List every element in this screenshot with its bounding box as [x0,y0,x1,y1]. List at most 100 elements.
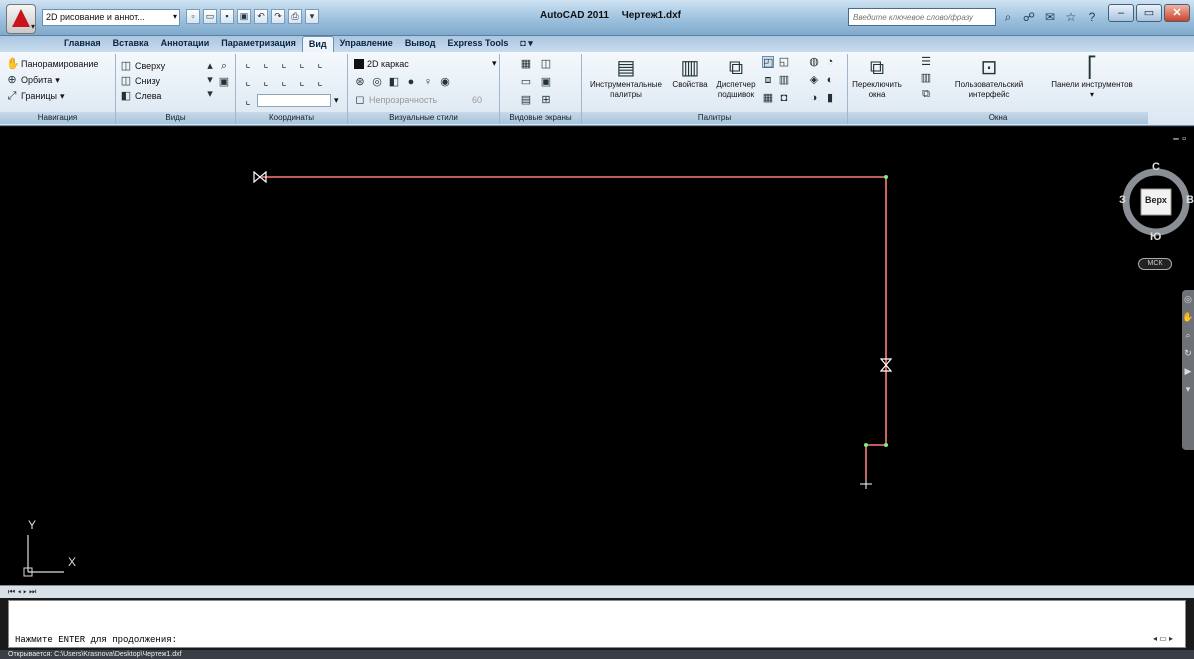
pipe-grip[interactable] [864,443,868,447]
design-center-icon[interactable]: ◰ [762,56,774,69]
pipe-line[interactable] [262,176,887,479]
material-icon[interactable]: ● [405,76,417,88]
first-layout-icon[interactable]: ⏮ [8,587,15,596]
viewport-lock-icon[interactable]: ▣ [540,76,552,88]
command-scroll-arrows[interactable]: ◂ ▭ ▸ [1153,634,1183,644]
open-file-icon[interactable]: ▭ [203,9,217,24]
pipe-grip[interactable] [884,175,888,179]
maximize-button[interactable]: ▭ [1136,4,1162,22]
tool-palettes-button[interactable]: ▤ Инструментальные палитры [584,56,668,100]
switch-windows-button[interactable]: ⧉ Переключить окна [850,56,904,100]
orbit-icon[interactable]: ↻ [1182,344,1194,362]
layer-icon[interactable]: ⧈ [762,74,774,86]
tab-home[interactable]: Главная [58,36,107,52]
nav-settings-icon[interactable]: ▾ [1182,380,1194,398]
lights-icon[interactable]: ◐ [824,74,836,86]
favorites-star-icon[interactable]: ☆ [1063,8,1079,26]
workspace-select[interactable]: 2D рисование и аннот... ▾ [42,9,180,26]
undo-icon[interactable]: ↶ [254,9,268,24]
view-left-button[interactable]: ◧ Слева [120,90,162,102]
previous-layout-icon[interactable]: ◂ [17,587,21,596]
compass-east[interactable]: В [1186,194,1194,206]
user-interface-button[interactable]: ⊡ Пользовательский интерфейс [946,56,1032,100]
panel-title[interactable]: Визуальные стили [348,112,499,124]
quick-props-icon[interactable]: ▥ [778,74,790,86]
camera-icon[interactable]: ▣ [218,76,230,88]
quickcalc-icon[interactable]: ◍ [808,56,820,68]
view-bottom-button[interactable]: ◫ Снизу [120,75,160,87]
view-top-button[interactable]: ◫ Сверху [120,60,165,72]
tab-parametric[interactable]: Параметризация [215,36,302,52]
help-icon[interactable]: ? [1084,8,1100,26]
ucs-x-icon[interactable]: ⌞ [242,76,254,88]
view-manager-icon[interactable]: ⌕ [218,60,230,72]
visual-style-select[interactable]: 2D каркас ▾ [354,58,497,69]
sheet-set-manager-button[interactable]: ⧉ Диспетчер подшивок [712,56,760,100]
calculator-icon[interactable]: ▦ [762,92,774,104]
viewport-split-icon[interactable]: ⊞ [540,94,552,106]
command-line-icon[interactable]: ▮ [824,92,836,104]
ucs-combo[interactable] [257,94,331,107]
transparency-icon[interactable]: ◻ [354,94,366,106]
ucs-3point-icon[interactable]: ⌞ [296,76,308,88]
tab-annotate[interactable]: Аннотации [155,36,216,52]
markup-icon[interactable]: ◱ [778,56,790,68]
pipe-grip[interactable] [884,443,888,447]
ucs-y-icon[interactable]: ⌞ [260,76,272,88]
save-icon[interactable]: ▪ [220,9,234,24]
materials-icon[interactable]: ◘ [778,92,790,104]
tile-horizontal-icon[interactable]: ☰ [920,56,932,68]
compass-north[interactable]: С [1152,161,1160,173]
viewport-config-icon[interactable]: ▦ [520,58,532,70]
next-layout-icon[interactable]: ▸ [23,587,27,596]
face-style-icon[interactable]: ◎ [371,76,383,88]
ucs-dropdown[interactable]: ⌞ ▾ [242,94,339,107]
minimize-button[interactable]: – [1108,4,1134,22]
ucs-origin-icon[interactable]: ⌞ [296,58,308,70]
command-prompt[interactable]: Нажмите ENTER для продолжения: [15,635,177,645]
plot-icon[interactable]: ⎙ [288,9,302,24]
last-layout-icon[interactable]: ⏭ [29,587,36,596]
tab-insert[interactable]: Вставка [107,36,155,52]
tab-view[interactable]: Вид [301,36,334,52]
application-menu-button[interactable]: ▾ [6,4,36,34]
viewport-minimize-maximize-icon[interactable]: – ▫ [1173,133,1186,145]
ucs-world-icon[interactable]: ⌞ [260,58,272,70]
chevron-down-icon[interactable]: ▾ [305,9,319,24]
pan-icon[interactable]: ✋ [1182,308,1194,326]
viewcube-face-label[interactable]: Верх [1145,195,1167,205]
drawing-canvas[interactable]: – ▫ С З В Ю Верх МСК ◎ ✋ ⌕ ↻ ▶ ▾ Y X [0,127,1194,585]
pan-button[interactable]: ✋ Панорамирование [6,58,98,70]
tab-manage[interactable]: Управление [334,36,399,52]
compass-south[interactable]: Ю [1150,231,1161,243]
toolbars-button[interactable]: ⎡ Панели инструментов ▾ [1042,56,1142,100]
command-line[interactable]: Нажмите ENTER для продолжения: ◂ ▭ ▸ [8,600,1186,648]
lighting-icon[interactable]: ♀ [422,76,434,88]
extents-button[interactable]: ⤢ Границы ▾ [6,90,65,102]
viewport-join-icon[interactable]: ▤ [520,94,532,106]
close-button[interactable]: ✕ [1164,4,1190,22]
orbit-button[interactable]: ⊕ Орбита ▾ [6,74,59,86]
communication-icon[interactable]: ✉ [1042,8,1058,26]
compass-west[interactable]: З [1119,194,1126,206]
viewport-clip-icon[interactable]: ▭ [520,76,532,88]
subscription-icon[interactable]: ☍ [1021,8,1037,26]
ucs-object-icon[interactable]: ⌞ [314,76,326,88]
showmotion-icon[interactable]: ▶ [1182,362,1194,380]
named-viewports-icon[interactable]: ◫ [540,58,552,70]
wcs-menu[interactable]: МСК [1138,258,1172,270]
tab-output[interactable]: Вывод [399,36,442,52]
search-input[interactable] [848,8,996,26]
action-recorder-icon[interactable]: ◈ [808,74,820,86]
zoom-icon[interactable]: ⌕ [1182,326,1194,344]
binoculars-icon[interactable]: ⌕ [1000,8,1016,26]
properties-button[interactable]: ▥ Свойства [670,56,710,90]
tab-express-tools[interactable]: Express Tools [442,36,515,52]
ucs-z-icon[interactable]: ⌞ [278,76,290,88]
ribbon-minimize-icon[interactable]: ◘ ▾ [514,36,538,52]
save-as-icon[interactable]: ▣ [237,9,251,24]
redo-icon[interactable]: ↷ [271,9,285,24]
transparency-value[interactable]: 60 [472,95,482,105]
steering-wheel-icon[interactable]: ◎ [1182,290,1194,308]
render-icon[interactable]: ◉ [439,76,451,88]
